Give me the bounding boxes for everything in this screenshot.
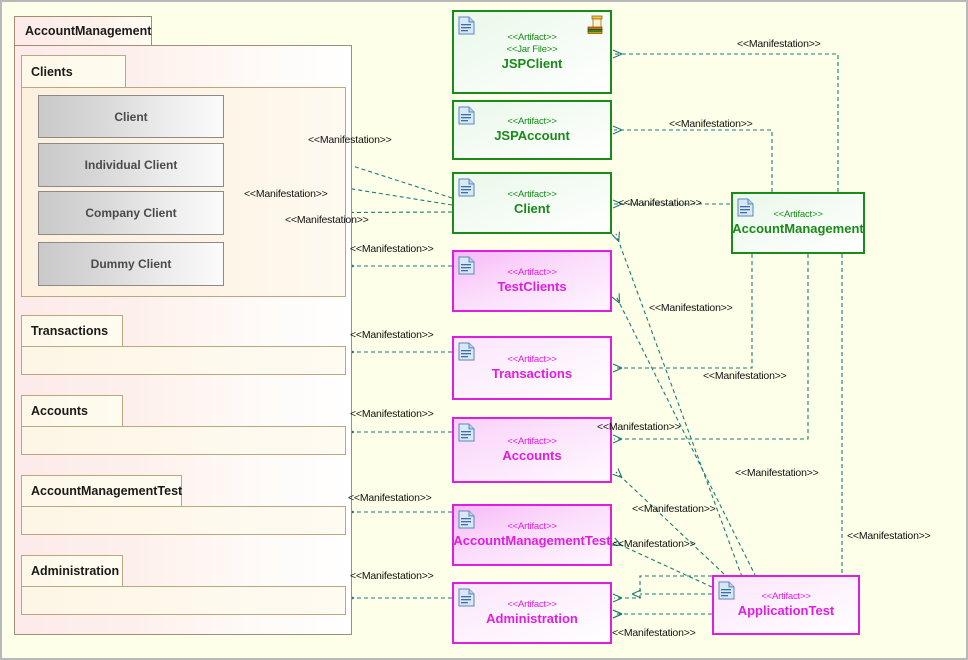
edge-apptest-to-testclients (611, 293, 757, 578)
artifact-stereotype: <<Artifact>> (507, 436, 557, 447)
artifact-accountmanagementtest[interactable]: <<Artifact>> AccountManagementTest (452, 504, 612, 566)
artifact-name: Transactions (491, 366, 573, 381)
document-icon (458, 423, 475, 442)
subpackage-label-administration: Administration (31, 564, 120, 578)
artifact-accounts[interactable]: <<Artifact>> Accounts (452, 417, 612, 483)
edge-label-client-to-individual: <<Manifestation>> (244, 188, 328, 200)
document-icon (458, 256, 475, 275)
diagram-canvas: AccountManagement Clients Client Individ… (0, 0, 968, 660)
artifact-stereotype: <<Artifact>> (507, 189, 557, 200)
package-title: AccountManagement (25, 24, 152, 38)
subpackage-body-accounts (21, 426, 346, 455)
document-icon (458, 178, 475, 197)
artifact-stereotype: <<Artifact>> (507, 32, 557, 43)
edge-label-apptest-to-accounts: <<Manifestation>> (632, 503, 716, 515)
artifact-stereotype: <<Artifact>> (761, 591, 811, 602)
artifact-stereotype: <<Artifact>> (507, 599, 557, 610)
artifact-name: JSPAccount (494, 128, 570, 143)
artifact-client[interactable]: <<Artifact>> Client (452, 172, 612, 234)
artifact-name: JSPClient (501, 56, 563, 71)
artifact-stereotype: <<Artifact>> (507, 354, 557, 365)
artifact-stereotype: <<Artifact>> (507, 267, 557, 278)
component-dummy-client[interactable]: Dummy Client (38, 242, 224, 286)
edge-label-apptest-to-amtest: <<Manifestation>> (612, 538, 696, 550)
edge-label-am-to-accounts: <<Manifestation>> (703, 370, 787, 382)
document-icon (718, 581, 735, 600)
component-label: Company Client (85, 206, 177, 220)
jar-file-icon (587, 15, 603, 34)
component-label: Dummy Client (90, 257, 172, 271)
artifact-administration[interactable]: <<Artifact>> Administration (452, 582, 612, 644)
artifact-jspclient[interactable]: <<Artifact>> <<Jar File>> JSPClient (452, 10, 612, 94)
component-label: Individual Client (84, 158, 178, 172)
subpackage-tab-administration[interactable]: Administration (21, 555, 123, 587)
artifact-accountmanagement[interactable]: <<Artifact>> AccountManagement (731, 192, 865, 254)
subpackage-body-accountmanagementtest (21, 506, 346, 535)
edge-label-am-to-jspclient: <<Manifestation>> (737, 38, 821, 50)
component-label: Client (114, 109, 148, 124)
document-icon (458, 16, 475, 35)
artifact-applicationtest[interactable]: <<Artifact>> ApplicationTest (712, 575, 860, 635)
artifact-name: ApplicationTest (737, 603, 835, 618)
subpackage-tab-accounts[interactable]: Accounts (21, 395, 123, 427)
edge-label-accounts-to-pkg: <<Manifestation>> (350, 408, 434, 420)
component-individual-client[interactable]: Individual Client (38, 143, 224, 187)
component-company-client[interactable]: Company Client (38, 191, 224, 235)
edge-apptest-to-administration-b (612, 575, 712, 603)
edge-label-apptest-to-testclients: <<Manifestation>> (597, 421, 681, 433)
artifact-name: Accounts (502, 448, 562, 463)
document-icon (737, 198, 754, 217)
edge-label-am-to-client: <<Manifestation>> (618, 197, 702, 209)
edge-apptest-to-accounts (612, 468, 725, 575)
subpackage-body-administration (21, 586, 346, 615)
edge-label-client-to-company: <<Manifestation>> (285, 214, 369, 226)
edge-label-apptest-to-administration: <<Manifestation>> (612, 627, 696, 639)
artifact-stereotype: <<Artifact>> (507, 116, 557, 127)
artifact-jspaccount[interactable]: <<Artifact>> JSPAccount (452, 100, 612, 160)
edge-label-transactions-to-pkg: <<Manifestation>> (350, 329, 434, 341)
subpackage-label-clients: Clients (31, 64, 73, 79)
document-icon (458, 510, 475, 529)
edge-label-client-to-client: <<Manifestation>> (308, 134, 392, 146)
artifact-name: AccountManagement (732, 221, 864, 236)
subpackage-tab-clients[interactable]: Clients (21, 55, 126, 88)
artifact-name: TestClients (497, 279, 567, 294)
package-tab-accountmanagement[interactable]: AccountManagement (14, 16, 152, 46)
edge-label-am-to-jspaccount: <<Manifestation>> (669, 118, 753, 130)
document-icon (458, 106, 475, 125)
document-icon (458, 342, 475, 361)
component-client[interactable]: Client (38, 95, 224, 138)
edge-label-amtest-to-pkg: <<Manifestation>> (348, 492, 432, 504)
artifact-stereotype: <<Artifact>> (507, 521, 557, 532)
artifact-stereotype: <<Artifact>> (773, 209, 823, 220)
artifact-name: Client (513, 201, 551, 216)
edge-apptest-to-client (611, 231, 743, 578)
artifact-stereotype-jar: <<Jar File>> (506, 44, 558, 55)
edge-am-to-accounts (612, 254, 809, 444)
document-icon (458, 588, 475, 607)
artifact-transactions[interactable]: <<Artifact>> Transactions (452, 336, 612, 400)
subpackage-label-transactions: Transactions (31, 324, 109, 338)
subpackage-tab-transactions[interactable]: Transactions (21, 315, 123, 347)
artifact-name: Administration (486, 611, 578, 626)
edge-am-to-jspaccount (612, 125, 773, 192)
edge-label-testclients-to-dummy: <<Manifestation>> (350, 243, 434, 255)
artifact-testclients[interactable]: <<Artifact>> TestClients (452, 250, 612, 312)
artifact-name: AccountManagementTest (453, 533, 611, 548)
subpackage-label-accounts: Accounts (31, 404, 88, 418)
edge-label-apptest-to-client: <<Manifestation>> (735, 467, 819, 479)
edge-label-am-to-administration: <<Manifestation>> (847, 530, 931, 542)
edge-label-am-to-transactions: <<Manifestation>> (649, 302, 733, 314)
subpackage-body-transactions (21, 346, 346, 375)
edge-label-administration-to-pkg: <<Manifestation>> (350, 570, 434, 582)
subpackage-tab-accountmanagementtest[interactable]: AccountManagementTest (21, 475, 182, 507)
subpackage-label-accountmanagementtest: AccountManagementTest (31, 484, 183, 498)
